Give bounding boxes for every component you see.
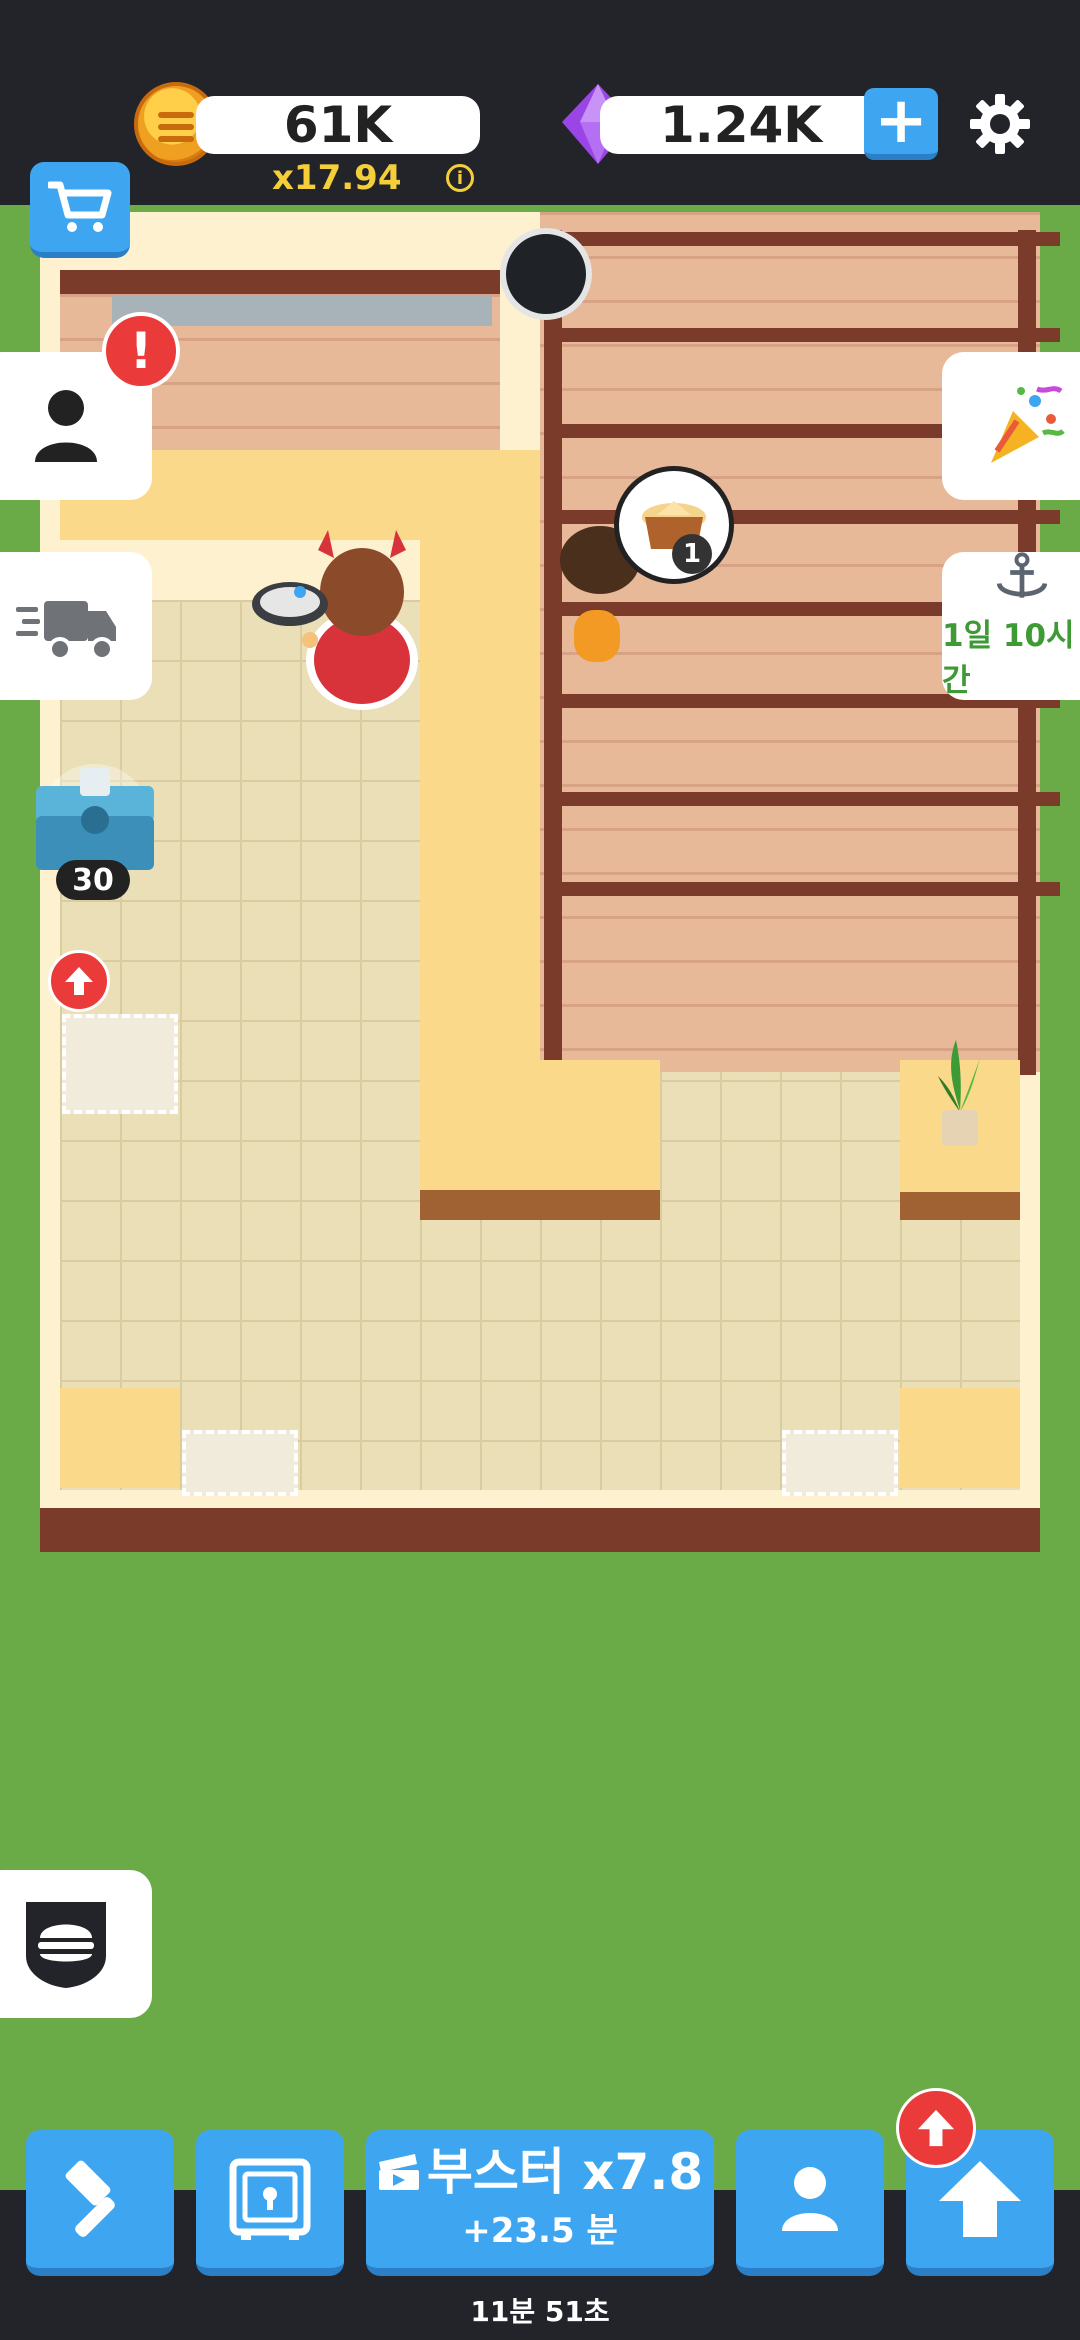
arrow-up-icon bbox=[917, 2109, 955, 2147]
upgrade-alert-badge bbox=[896, 2088, 976, 2168]
alert-badge: ! bbox=[102, 312, 180, 390]
coin-amount: 61K bbox=[283, 96, 393, 154]
income-multiplier: x17.94 bbox=[272, 158, 402, 198]
booster-button[interactable]: 부스터 x7.8 +23.5 분 bbox=[366, 2130, 714, 2276]
service-counter-end bbox=[420, 1060, 660, 1190]
booster-label: 부스터 x7.8 bbox=[426, 2142, 704, 2201]
corner-table-left bbox=[60, 1388, 180, 1488]
gem-counter: 1.24K bbox=[600, 96, 882, 154]
empty-build-slot[interactable] bbox=[182, 1430, 298, 1496]
stove-burner[interactable] bbox=[500, 228, 592, 320]
potted-plant bbox=[938, 1040, 980, 1146]
session-timer: 11분 51초 bbox=[470, 2295, 610, 2328]
build-button[interactable] bbox=[26, 2130, 174, 2276]
order-count: 1 bbox=[672, 534, 712, 574]
shop-button[interactable] bbox=[30, 162, 130, 258]
gear-icon[interactable] bbox=[968, 92, 1032, 156]
front-wall bbox=[40, 1508, 1040, 1552]
arrow-up-icon bbox=[939, 2161, 1021, 2237]
arrow-up-icon bbox=[65, 967, 93, 995]
shelf bbox=[545, 328, 1060, 342]
corner-table-right bbox=[900, 1388, 1020, 1488]
service-counter-front bbox=[420, 1190, 660, 1220]
burger-icon bbox=[26, 1902, 106, 1988]
vault-button[interactable] bbox=[196, 2130, 344, 2276]
gem-amount: 1.24K bbox=[659, 96, 823, 154]
profile-button[interactable] bbox=[736, 2130, 884, 2276]
user-icon bbox=[35, 390, 97, 462]
party-popper-icon bbox=[991, 386, 1065, 463]
info-icon[interactable]: i bbox=[446, 164, 474, 192]
voyage-timer: 1일 10시간 bbox=[942, 618, 1075, 699]
truck-icon bbox=[16, 601, 116, 661]
event-button[interactable] bbox=[942, 352, 1080, 500]
empty-build-slot[interactable] bbox=[782, 1430, 898, 1496]
empty-build-slot[interactable] bbox=[62, 1014, 178, 1114]
cart-icon bbox=[48, 181, 112, 232]
shelf bbox=[545, 232, 1060, 246]
shelf bbox=[545, 882, 1060, 896]
upgrade-available-badge[interactable] bbox=[48, 950, 110, 1012]
frying-pan bbox=[252, 582, 328, 626]
voyage-button[interactable]: 1일 10시간 bbox=[942, 552, 1080, 700]
chest-count-badge: 30 bbox=[56, 860, 130, 900]
booster-time: +23.5 분 bbox=[462, 2210, 618, 2251]
anchor-icon bbox=[996, 552, 1048, 598]
shelf bbox=[545, 792, 1060, 806]
add-gems-button[interactable]: + bbox=[864, 88, 938, 160]
ticket-icon bbox=[378, 2153, 419, 2190]
menu-button[interactable] bbox=[0, 1870, 152, 2018]
delivery-button[interactable] bbox=[0, 552, 152, 700]
safe-icon bbox=[229, 2158, 311, 2240]
person-icon bbox=[782, 2167, 838, 2231]
hammer-icon bbox=[65, 2160, 115, 2237]
kitchen-window bbox=[112, 296, 492, 326]
coin-counter: 61K bbox=[196, 96, 480, 154]
order-bubble bbox=[614, 466, 734, 584]
plus-icon: + bbox=[874, 84, 928, 158]
